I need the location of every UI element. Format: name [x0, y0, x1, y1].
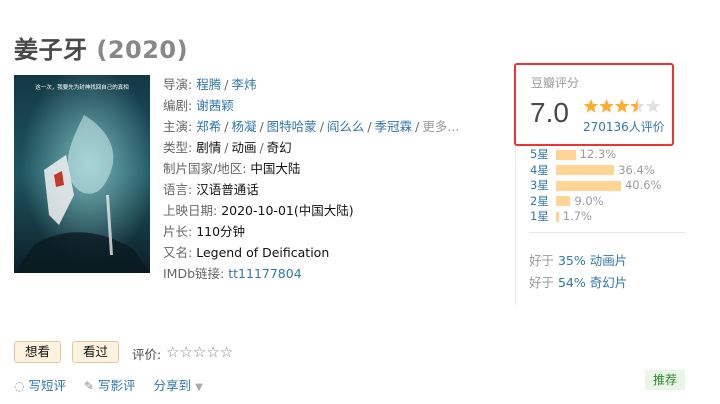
share-dropdown[interactable]: 分享到 ▼	[154, 378, 203, 393]
dist-row[interactable]: 1星 1.7%	[530, 209, 690, 225]
director-link-0[interactable]: 程腾	[196, 77, 221, 92]
rating-count-link[interactable]: 270136人评价	[583, 118, 665, 135]
rating-distribution: 5星 12.3% 4星 36.4% 3星 40.6% 2星 9.0% 1星 1.7%	[530, 147, 690, 225]
dist-label: 1星	[530, 209, 549, 224]
dist-label: 2星	[530, 193, 549, 208]
page-title: 姜子牙 (2020)	[14, 30, 188, 65]
imdb-label: IMDb链接:	[163, 266, 225, 281]
speech-bubble-icon: ◌	[14, 379, 25, 393]
rating-stars-icon	[583, 99, 661, 113]
rating-score: 7.0	[530, 97, 569, 128]
genre-row: 类型: 剧情 / 动画 / 奇幻	[163, 140, 292, 155]
dist-bar	[556, 180, 621, 191]
cast-link-4[interactable]: 季冠霖	[375, 119, 413, 134]
imdb-link[interactable]: tt11177804	[228, 266, 301, 281]
release-value: 2020-10-01(中国大陆)	[221, 203, 354, 218]
cast-link-2[interactable]: 图特哈蒙	[267, 119, 317, 134]
writer-link[interactable]: 谢茜颖	[196, 98, 234, 113]
dist-bar	[556, 196, 571, 207]
rate-label: 评价:	[132, 347, 162, 362]
write-short-review-link[interactable]: ◌ 写短评	[14, 378, 66, 393]
imdb-row: IMDb链接: tt11177804	[163, 263, 503, 284]
poster-tagline: 这一次，我要先为封神找回自己的真相	[35, 83, 129, 91]
movie-info: 导演: 程腾 / 李炜 编剧: 谢茜颖 主演: 郑希 / 杨凝 / 图特哈蒙 / 阎么么 / 季冠霖…	[163, 74, 503, 284]
better-than-animation-link[interactable]: 35% 动画片	[558, 253, 627, 268]
dist-pct: 1.7%	[562, 209, 592, 223]
language-label: 语言:	[163, 182, 193, 197]
dist-row[interactable]: 5星 12.3%	[530, 147, 690, 163]
aka-value: Legend of Deification	[196, 245, 330, 260]
better-than-animation: 好于 35% 动画片	[529, 253, 628, 268]
rating-divider-vertical	[515, 143, 516, 305]
pencil-icon: ✎	[83, 379, 95, 393]
dist-bar	[556, 165, 615, 176]
dist-pct: 36.4%	[618, 162, 655, 177]
genre-label: 类型:	[163, 140, 193, 155]
country-label: 制片国家/地区:	[163, 161, 247, 176]
director-link-1[interactable]: 李炜	[231, 77, 256, 92]
cast-link-3[interactable]: 阎么么	[327, 119, 365, 134]
want-to-watch-button[interactable]: 想看	[14, 341, 62, 363]
cast-more-link[interactable]: 更多...	[422, 119, 459, 134]
dist-label: 3星	[530, 178, 549, 193]
dist-row[interactable]: 4星 36.4%	[530, 163, 690, 179]
movie-poster[interactable]: 这一次，我要先为封神找回自己的真相	[14, 75, 150, 273]
chevron-down-icon: ▼	[195, 382, 203, 393]
better-than-fantasy-link[interactable]: 54% 奇幻片	[558, 275, 627, 290]
better-than-fantasy: 好于 54% 奇幻片	[529, 275, 628, 290]
recommend-button[interactable]: 推荐	[645, 370, 686, 390]
dist-pct: 40.6%	[624, 178, 662, 192]
writer-label: 编剧:	[163, 98, 193, 113]
aka-row: 又名: Legend of Deification	[163, 242, 503, 263]
cast-row: 主演: 郑希 / 杨凝 / 图特哈蒙 / 阎么么 / 季冠霖 / 更多...	[163, 119, 460, 134]
rating-divider	[529, 232, 686, 233]
rate-stars-input[interactable]: ☆☆☆☆☆	[166, 343, 233, 361]
rating-star-fill	[599, 99, 614, 113]
rating-star-fill	[583, 99, 599, 113]
country-row: 制片国家/地区: 中国大陆	[163, 158, 503, 179]
runtime-label: 片长:	[163, 224, 193, 239]
write-review-link[interactable]: ✎ 写影评	[84, 378, 136, 393]
review-links: ◌ 写短评 ✎ 写影评 分享到 ▼	[14, 375, 203, 394]
release-label: 上映日期:	[163, 203, 218, 218]
country-value: 中国大陆	[250, 161, 301, 176]
language-row: 语言: 汉语普通话	[163, 179, 503, 200]
rating-box: 豆瓣评分 7.0 270136人评价	[514, 63, 674, 146]
dist-label: 5星	[530, 147, 549, 162]
genre-0: 剧情	[196, 140, 222, 155]
movie-year: (2020)	[96, 36, 189, 64]
cast-label: 主演:	[163, 119, 193, 134]
runtime-value: 110分钟	[196, 224, 246, 239]
cast-link-1[interactable]: 杨凝	[231, 119, 256, 134]
dist-bar	[556, 211, 559, 222]
movie-title: 姜子牙	[14, 36, 88, 64]
release-row: 上映日期: 2020-10-01(中国大陆)	[163, 200, 503, 221]
director-label: 导演:	[163, 77, 193, 92]
genre-2: 奇幻	[266, 140, 292, 155]
dist-row[interactable]: 3星 40.6%	[530, 178, 690, 194]
rating-label: 豆瓣评分	[531, 76, 580, 90]
writer-row: 编剧: 谢茜颖	[163, 95, 503, 116]
dist-pct: 12.3%	[579, 147, 617, 161]
dist-label: 4星	[530, 162, 549, 177]
genre-1: 动画	[231, 140, 257, 155]
dist-bar	[556, 149, 576, 160]
dist-row[interactable]: 2星 9.0%	[530, 194, 690, 210]
director-row: 导演: 程腾 / 李炜	[163, 77, 257, 92]
aka-label: 又名:	[163, 245, 193, 260]
dist-pct: 9.0%	[574, 193, 604, 208]
language-value: 汉语普通话	[196, 182, 259, 197]
watched-button[interactable]: 看过	[72, 341, 120, 363]
runtime-row: 片长: 110分钟	[163, 221, 503, 242]
rating-star-fill	[614, 99, 630, 113]
rating-star-bg	[645, 99, 661, 113]
cast-link-0[interactable]: 郑希	[196, 119, 221, 134]
